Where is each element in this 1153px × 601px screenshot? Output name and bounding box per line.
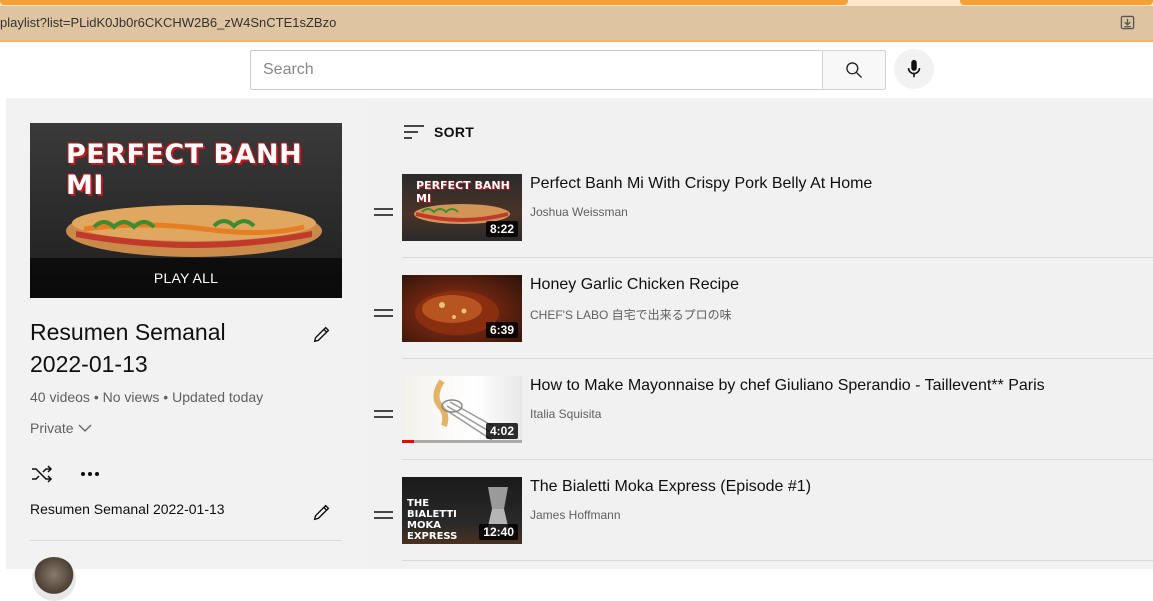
video-thumbnail[interactable]: THE BIALETTI MOKA EXPRESS 12:40: [402, 477, 522, 544]
play-all-button[interactable]: PLAY ALL: [30, 258, 342, 298]
video-list-panel: SORT PERFECT BANH MI 8:22 Perfect Banh M…: [366, 98, 1153, 569]
avatar[interactable]: [32, 557, 76, 601]
video-duration: 12:40: [479, 524, 518, 540]
video-title[interactable]: The Bialetti Moka Express (Episode #1): [530, 478, 811, 496]
search-button[interactable]: [822, 50, 886, 90]
thumbnail-title-art: THE BIALETTI MOKA EXPRESS: [407, 498, 458, 542]
video-channel[interactable]: Italia Squisita: [530, 407, 601, 421]
pencil-icon[interactable]: [311, 323, 333, 345]
playlist-description: Resumen Semanal 2022-01-13: [30, 501, 225, 517]
download-icon[interactable]: [1120, 15, 1135, 30]
video-thumbnail[interactable]: 4:02: [402, 376, 522, 443]
sort-label: SORT: [434, 124, 475, 140]
playlist-stats: 40 videos • No views • Updated today: [30, 389, 264, 405]
sort-button[interactable]: SORT: [404, 124, 474, 140]
video-title[interactable]: How to Make Mayonnaise by chef Giuliano …: [530, 377, 1045, 395]
search-field[interactable]: [250, 50, 823, 90]
list-item[interactable]: PERFECT BANH MI 8:22 Perfect Banh Mi Wit…: [366, 174, 1153, 275]
video-duration: 4:02: [485, 423, 518, 439]
list-item[interactable]: 6:39 Honey Garlic Chicken Recipe CHEF'S …: [366, 275, 1153, 376]
list-item[interactable]: THE BIALETTI MOKA EXPRESS 12:40 The Bial…: [366, 477, 1153, 578]
mic-icon: [907, 59, 921, 78]
video-thumbnail[interactable]: PERFECT BANH MI 8:22: [402, 174, 522, 241]
url-text[interactable]: playlist?list=PLidK0Jb0r6CKCHW2B6_zW4SnC…: [0, 15, 336, 30]
playlist-sidebar: PERFECT BANH MI PLAY ALL Resumen Semanal…: [6, 98, 366, 601]
video-title[interactable]: Perfect Banh Mi With Crispy Pork Belly A…: [530, 175, 872, 193]
shuffle-icon[interactable]: [30, 462, 54, 486]
watch-progress-track: [402, 440, 522, 443]
row-divider: [402, 257, 1153, 258]
chevron-down-icon: [78, 424, 92, 432]
sandwich-image: [66, 205, 322, 257]
row-divider: [402, 560, 1153, 561]
thumbnail-title-art: PERFECT BANH MI: [66, 139, 303, 201]
drag-handle-icon[interactable]: [374, 511, 393, 519]
drag-handle-icon[interactable]: [374, 309, 393, 317]
row-divider: [402, 358, 1153, 359]
playlist-title: Resumen Semanal 2022-01-13: [30, 319, 226, 377]
voice-search-button[interactable]: [894, 49, 934, 89]
watch-progress-bar: [402, 440, 414, 443]
video-channel[interactable]: James Hoffmann: [530, 508, 621, 522]
video-duration: 8:22: [485, 221, 518, 237]
video-channel[interactable]: Joshua Weissman: [530, 205, 628, 219]
browser-tab[interactable]: [960, 0, 1153, 5]
playlist-thumbnail[interactable]: PERFECT BANH MI PLAY ALL: [30, 123, 342, 298]
drag-handle-icon[interactable]: [374, 208, 393, 216]
active-tab-indicator[interactable]: [0, 0, 848, 5]
row-divider: [402, 459, 1153, 460]
video-duration: 6:39: [485, 322, 518, 338]
list-item[interactable]: 4:02 How to Make Mayonnaise by chef Giul…: [366, 376, 1153, 477]
chrome-divider: [0, 40, 1153, 42]
sort-icon: [404, 125, 424, 139]
video-channel[interactable]: CHEF'S LABO 自宅で出来るプロの味: [530, 306, 732, 323]
drag-handle-icon[interactable]: [374, 410, 393, 418]
video-title[interactable]: Honey Garlic Chicken Recipe: [530, 276, 739, 294]
search-input[interactable]: [251, 51, 823, 89]
sidebar-divider: [30, 540, 342, 541]
search-icon: [846, 62, 862, 78]
pencil-icon[interactable]: [311, 501, 333, 523]
privacy-label: Private: [30, 420, 74, 436]
more-options-button[interactable]: [78, 462, 102, 486]
address-bar[interactable]: playlist?list=PLidK0Jb0r6CKCHW2B6_zW4SnC…: [0, 6, 1153, 40]
more-icon: [81, 472, 99, 476]
video-thumbnail[interactable]: 6:39: [402, 275, 522, 342]
privacy-dropdown[interactable]: Private: [30, 420, 92, 436]
